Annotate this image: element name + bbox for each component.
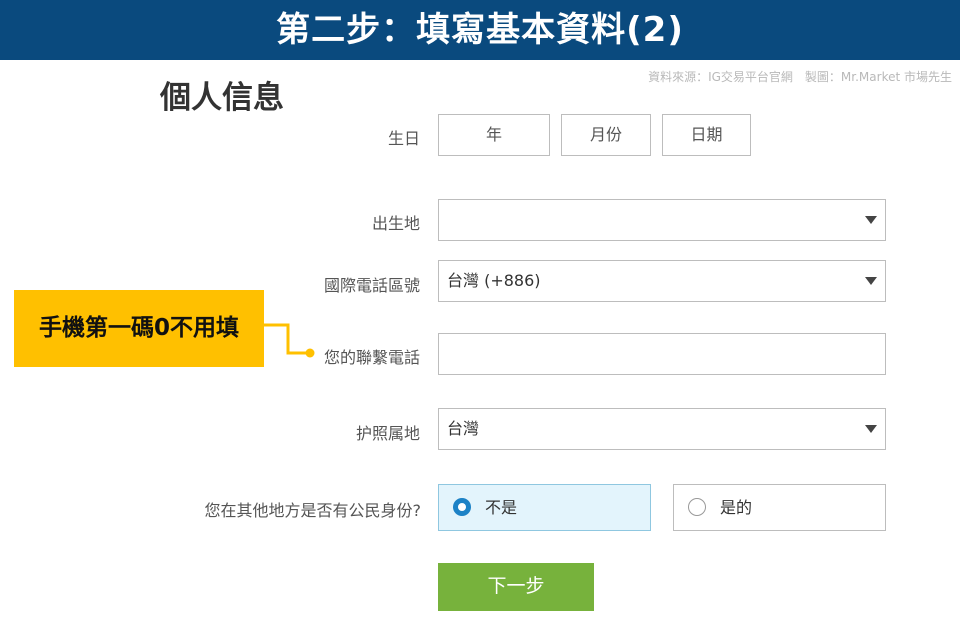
header-banner: 第二步：填寫基本資料(2): [0, 0, 960, 60]
chevron-down-icon: [865, 425, 877, 433]
chevron-down-icon: [865, 277, 877, 285]
next-step-button[interactable]: 下一步: [438, 563, 594, 611]
citizenship-option-no[interactable]: 不是: [438, 484, 651, 531]
country-code-select[interactable]: 台灣 (+886): [438, 260, 886, 302]
source-note: 資料來源：IG交易平台官網 製圖：Mr.Market 市場先生: [648, 70, 952, 84]
birth-month-field[interactable]: 月份: [561, 114, 651, 156]
citizenship-option-yes[interactable]: 是的: [673, 484, 886, 531]
country-code-value: 台灣 (+886): [447, 271, 541, 290]
citizenship-option-label: 是的: [720, 498, 753, 517]
callout-box: 手機第一碼0不用填: [14, 290, 264, 367]
phone-input[interactable]: [438, 333, 886, 375]
birthplace-select[interactable]: [438, 199, 886, 241]
passport-label: 护照属地: [355, 424, 420, 443]
chevron-down-icon: [865, 216, 877, 224]
birthplace-label: 出生地: [371, 214, 420, 233]
citizenship-option-label: 不是: [485, 498, 518, 517]
banner-title: 第二步：填寫基本資料(2): [276, 10, 684, 50]
birth-year-field[interactable]: 年: [438, 114, 550, 156]
birthday-label: 生日: [387, 129, 420, 148]
passport-value: 台灣: [447, 419, 480, 438]
callout-text: 手機第一碼0不用填: [38, 315, 239, 341]
section-title: 個人信息: [160, 80, 284, 116]
radio-unchecked-icon: [688, 498, 706, 516]
birth-day-field[interactable]: 日期: [662, 114, 751, 156]
country-code-label: 國際電話區號: [323, 276, 420, 295]
passport-select[interactable]: 台灣: [438, 408, 886, 450]
callout-connector: [264, 323, 315, 358]
citizenship-label: 您在其他地方是否有公民身份?: [204, 501, 422, 520]
radio-checked-icon: [453, 498, 471, 516]
